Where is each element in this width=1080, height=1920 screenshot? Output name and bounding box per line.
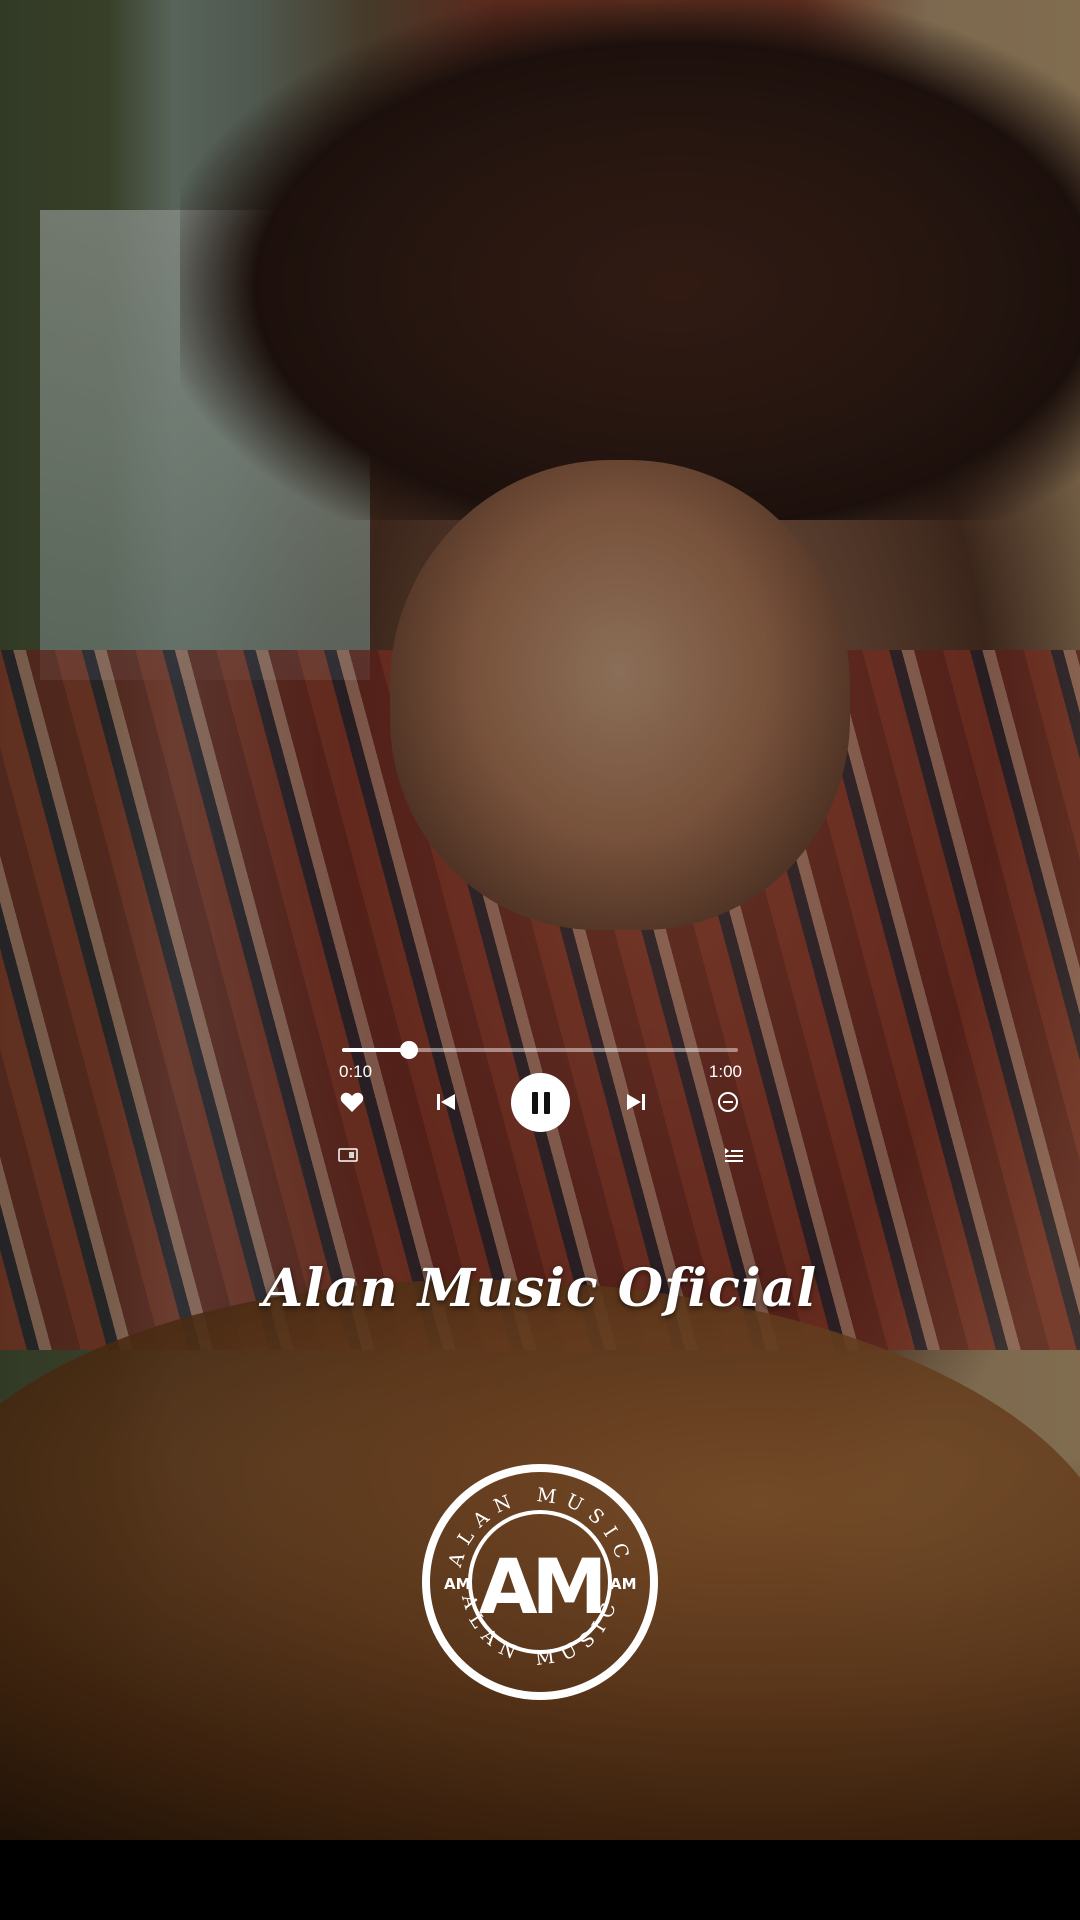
play-pause-button[interactable] xyxy=(511,1073,570,1132)
brand-logo: ALAN MUSIC ALAN MUSIC AM AM AM xyxy=(422,1464,658,1700)
next-button[interactable] xyxy=(620,1088,652,1116)
pause-icon xyxy=(529,1091,553,1114)
time-total: 1:00 xyxy=(708,1062,742,1081)
heart-icon xyxy=(340,1092,364,1112)
video-screen[interactable]: 0:10 1:00 Alan Music Oficial ALAN MUSIC … xyxy=(0,0,1080,1920)
minus-circle-icon xyxy=(718,1092,738,1112)
svg-text:AM: AM xyxy=(479,1542,601,1631)
remove-button[interactable] xyxy=(714,1088,742,1116)
channel-name: Alan Music Oficial xyxy=(262,1258,818,1319)
cast-icon xyxy=(338,1148,358,1162)
like-button[interactable] xyxy=(338,1088,366,1116)
progress-fill xyxy=(342,1048,410,1052)
skip-next-icon xyxy=(627,1094,645,1110)
time-elapsed: 0:10 xyxy=(339,1062,373,1081)
svg-text:AM: AM xyxy=(610,1575,637,1593)
queue-button[interactable] xyxy=(723,1146,745,1164)
skip-previous-icon xyxy=(437,1094,455,1110)
previous-button[interactable] xyxy=(430,1088,462,1116)
progress-bar[interactable] xyxy=(342,1041,738,1059)
queue-list-icon xyxy=(725,1148,743,1162)
cast-button[interactable] xyxy=(337,1146,359,1164)
svg-text:AM: AM xyxy=(444,1575,471,1593)
